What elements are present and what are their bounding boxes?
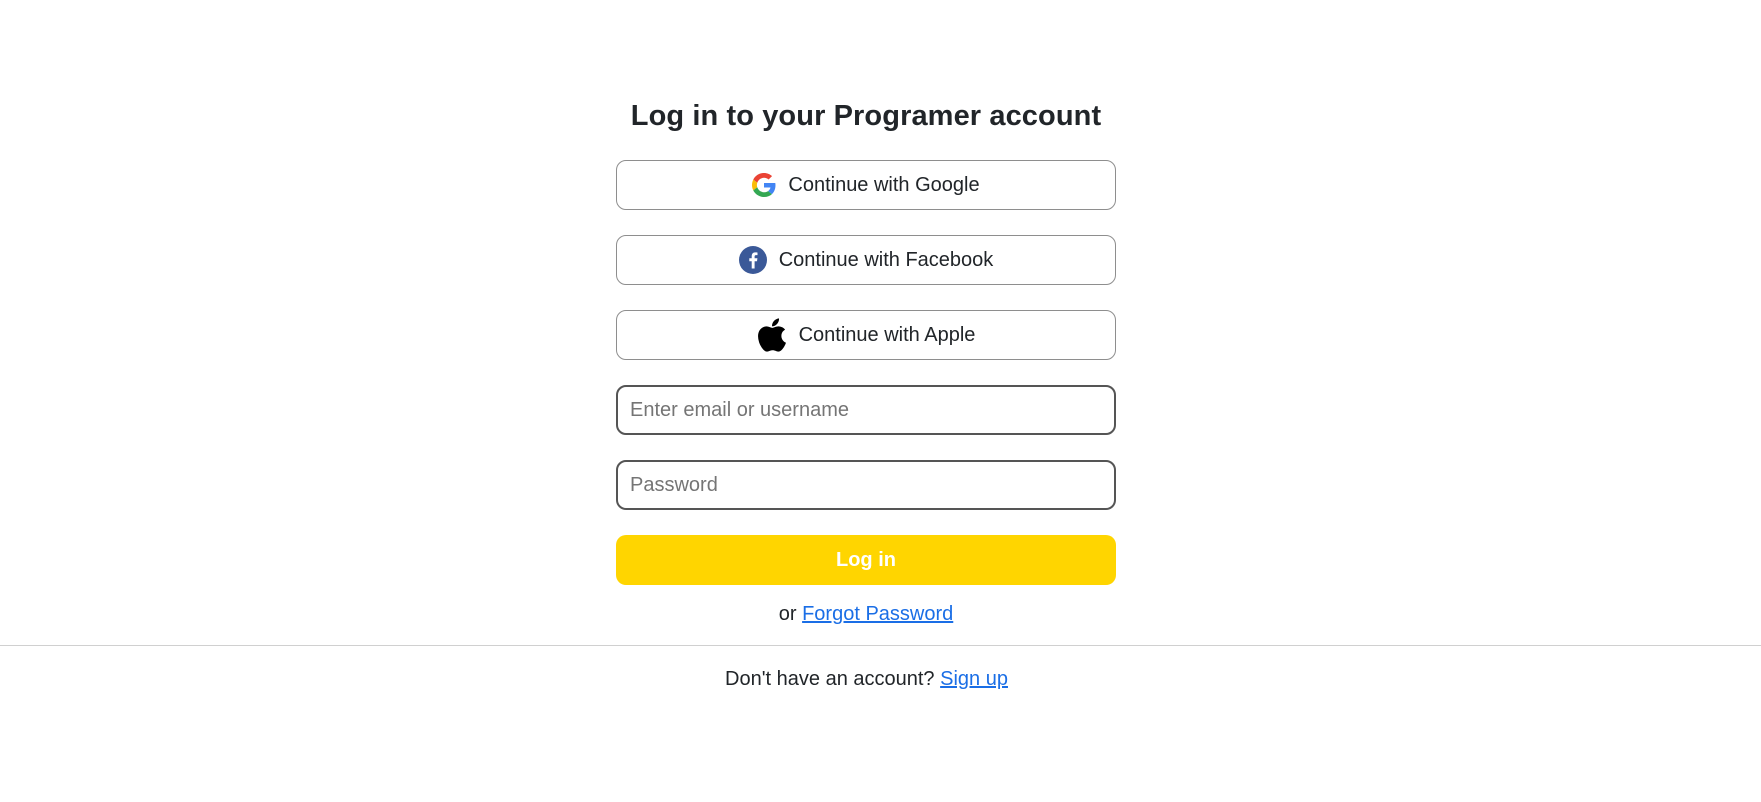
signup-link[interactable]: Sign up [940,668,1008,690]
login-button[interactable]: Log in [616,535,1116,585]
facebook-login-label: Continue with Facebook [778,248,994,271]
password-field[interactable] [616,460,1116,510]
facebook-login-button[interactable]: Continue with Facebook [616,235,1116,285]
google-login-label: Continue with Google [788,173,980,196]
apple-icon [757,316,787,354]
email-field[interactable] [616,385,1116,435]
forgot-prefix: or [778,603,797,625]
divider [0,645,1761,646]
forgot-password-link[interactable]: Forgot Password [802,603,953,625]
apple-login-label: Continue with Apple [798,323,976,346]
forgot-password-row: or Forgot Password [779,603,954,626]
login-page: Log in to your Programer account Continu… [0,0,1761,802]
apple-login-button[interactable]: Continue with Apple [616,310,1116,360]
login-card: Log in to your Programer account Continu… [616,96,1116,626]
google-icon [752,173,776,197]
signup-prompt: Don't have an account? [725,668,935,690]
page-title: Log in to your Programer account [630,100,1102,132]
facebook-icon [738,246,767,274]
google-login-button[interactable]: Continue with Google [616,160,1116,210]
signup-row: Don't have an account? Sign up [0,668,1733,691]
